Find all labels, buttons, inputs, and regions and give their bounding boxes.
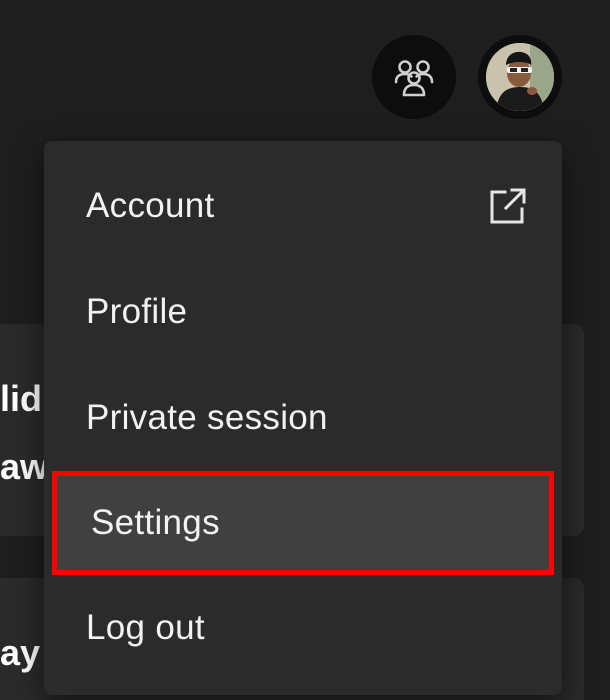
- menu-item-label: Account: [86, 186, 215, 225]
- card-subtitle-fragment: aw: [0, 446, 49, 487]
- menu-item-account[interactable]: Account: [44, 153, 562, 259]
- menu-item-log-out[interactable]: Log out: [44, 575, 562, 681]
- user-avatar: [486, 43, 554, 111]
- user-avatar-button[interactable]: [478, 35, 562, 119]
- friends-icon: [394, 60, 434, 97]
- app-window: lid aw ay Account Profile Private sessio…: [0, 0, 610, 700]
- menu-item-private-session[interactable]: Private session: [44, 365, 562, 471]
- card-title-fragment: ay: [0, 632, 41, 673]
- card-title-fragment: lid: [0, 378, 42, 419]
- friend-activity-button[interactable]: [372, 35, 456, 119]
- menu-item-settings[interactable]: Settings: [52, 471, 554, 575]
- profile-dropdown-menu: Account Profile Private session Settings…: [44, 141, 562, 695]
- menu-item-label: Private session: [86, 398, 328, 437]
- menu-item-label: Log out: [86, 608, 205, 647]
- menu-item-profile[interactable]: Profile: [44, 259, 562, 365]
- external-link-icon: [490, 188, 526, 224]
- menu-item-label: Settings: [91, 503, 220, 542]
- menu-item-label: Profile: [86, 292, 188, 331]
